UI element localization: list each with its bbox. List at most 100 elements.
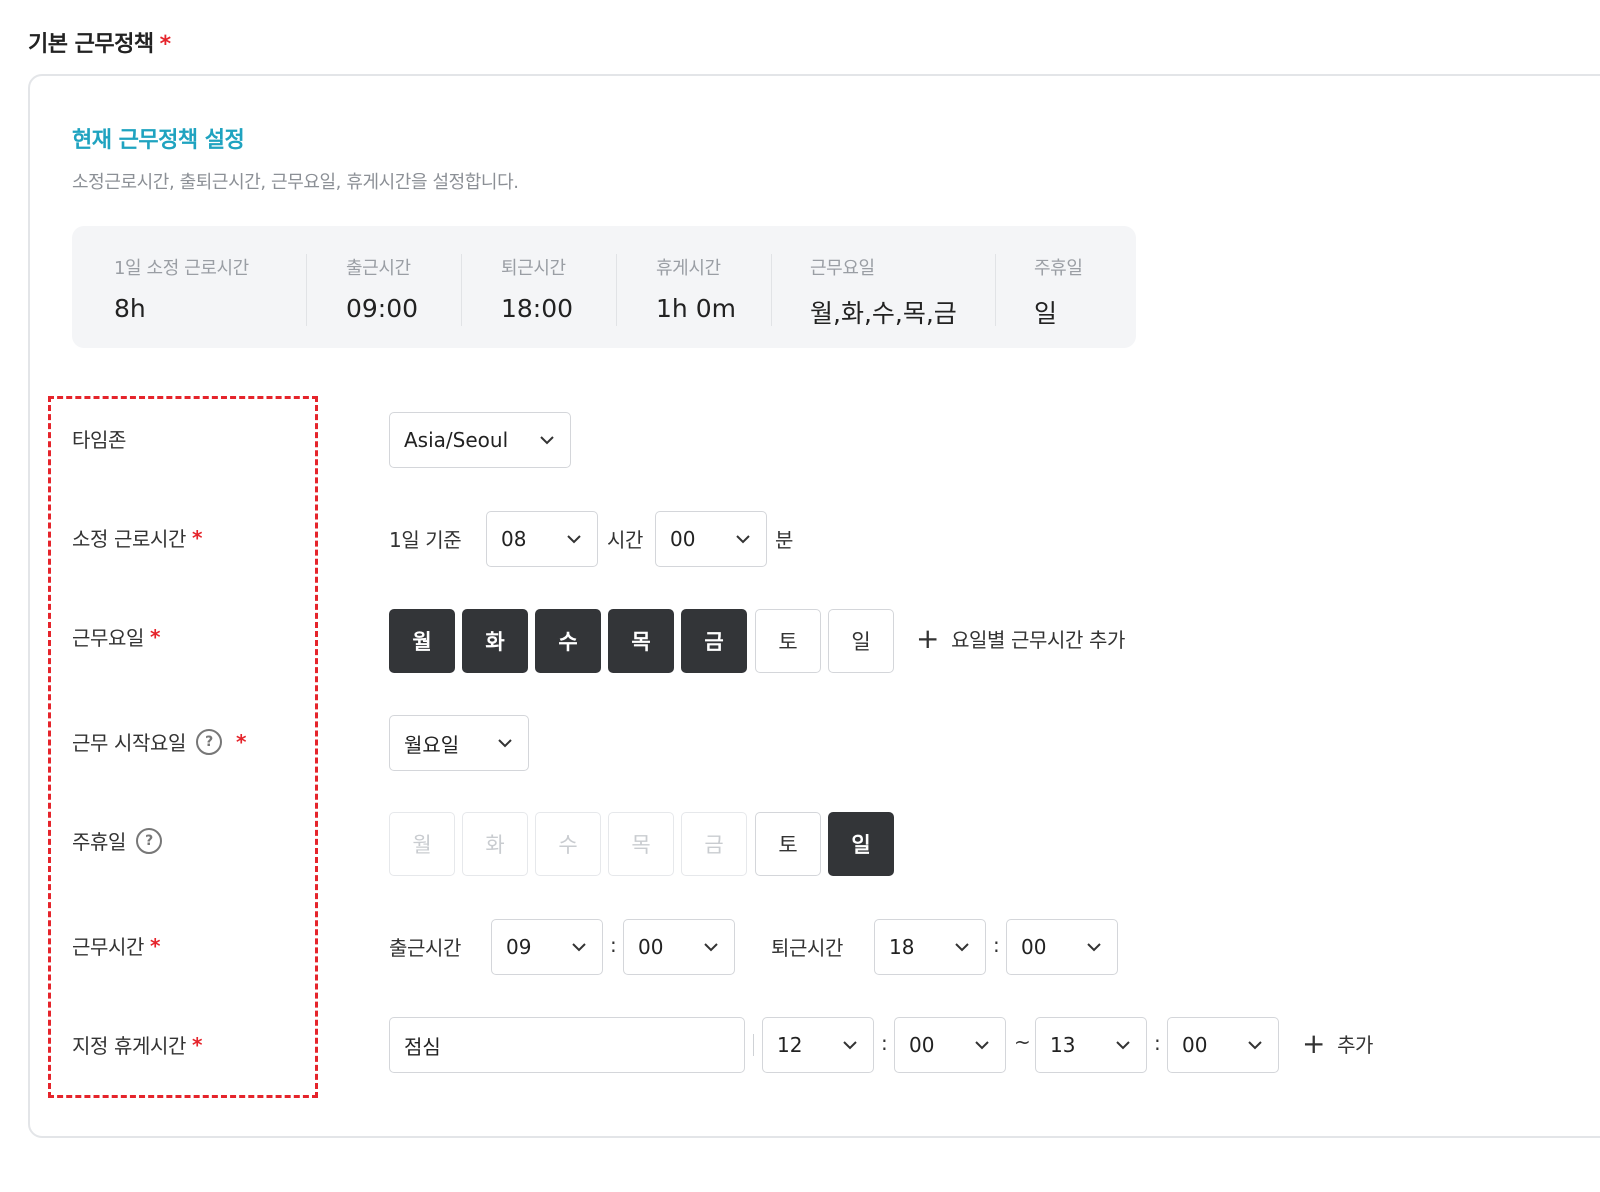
summary-divider	[995, 254, 996, 326]
clock-out-minute-select[interactable]: 00	[1006, 919, 1118, 975]
summary-divider	[306, 254, 307, 326]
work-hours-minute-value: 00	[670, 527, 696, 551]
help-icon[interactable]: ?	[136, 827, 162, 854]
work-day-tue[interactable]: 화	[462, 609, 528, 673]
add-per-day-hours-label: 요일별 근무시간 추가	[951, 628, 1125, 652]
time-colon: :	[881, 1031, 888, 1055]
section-title: 기본 근무정책 *	[28, 26, 171, 58]
per-day-label: 1일 기준	[389, 528, 462, 552]
timezone-value: Asia/Seoul	[404, 428, 509, 452]
weekly-holiday-label: 주휴일?	[72, 826, 162, 855]
chevron-down-icon	[565, 530, 583, 548]
break-from-hour-value: 12	[777, 1033, 803, 1057]
work-hours-hour-select[interactable]: 08	[486, 511, 598, 567]
work-day-wed[interactable]: 수	[535, 609, 601, 673]
time-colon: :	[993, 933, 1000, 957]
summary-divider	[616, 254, 617, 326]
break-from-minute-value: 00	[909, 1033, 935, 1057]
add-per-day-hours-button[interactable]: + 요일별 근무시간 추가	[916, 624, 1125, 653]
summary-value: 월,화,수,목,금	[810, 299, 957, 328]
clock-out-hour-value: 18	[889, 935, 915, 959]
timezone-label-text: 타임존	[72, 428, 126, 452]
start-day-value: 월요일	[404, 732, 460, 757]
holiday-day-fri: 금	[681, 812, 747, 876]
break-to-hour-value: 13	[1050, 1033, 1076, 1057]
holiday-day-thu: 목	[608, 812, 674, 876]
required-mark: *	[150, 624, 161, 649]
break-time-label: 지정 휴게시간 *	[72, 1030, 202, 1059]
work-days-label-text: 근무요일	[72, 626, 144, 650]
chevron-down-icon	[734, 530, 752, 548]
summary-break-time: 휴게시간 1h 0m	[656, 254, 736, 324]
break-from-hour-select[interactable]: 12	[762, 1017, 874, 1073]
summary-value: 8h	[114, 294, 146, 323]
break-from-minute-select[interactable]: 00	[894, 1017, 1006, 1073]
work-days-label: 근무요일 *	[72, 622, 160, 651]
chevron-down-icon	[538, 431, 556, 449]
summary-value: 18:00	[501, 294, 574, 323]
work-time-label: 근무시간 *	[72, 931, 160, 960]
hours-unit-label: 시간	[607, 528, 643, 552]
holiday-day-sun[interactable]: 일	[828, 812, 894, 876]
work-day-mon[interactable]: 월	[389, 609, 455, 673]
clock-in-minute-value: 00	[638, 935, 664, 959]
break-to-minute-value: 00	[1182, 1033, 1208, 1057]
work-hours-hour-value: 08	[501, 527, 527, 551]
chevron-down-icon	[841, 1036, 859, 1054]
holiday-day-tue: 화	[462, 812, 528, 876]
clock-in-label: 출근시간	[389, 936, 461, 960]
summary-label: 퇴근시간	[501, 258, 566, 279]
weekly-holiday-label-text: 주휴일	[72, 830, 126, 854]
timezone-select[interactable]: Asia/Seoul	[389, 412, 571, 468]
summary-divider	[771, 254, 772, 326]
chevron-down-icon	[496, 734, 514, 752]
start-day-label-text: 근무 시작요일	[72, 731, 186, 755]
required-mark: *	[159, 32, 172, 57]
summary-label: 주휴일	[1034, 258, 1083, 279]
clock-out-minute-value: 00	[1021, 935, 1047, 959]
summary-divider	[461, 254, 462, 326]
work-day-sat[interactable]: 토	[755, 609, 821, 673]
work-hours-label: 소정 근로시간 *	[72, 523, 202, 552]
summary-work-days: 근무요일 월,화,수,목,금	[810, 254, 957, 328]
policy-summary: 1일 소정 근로시간 8h 출근시간 09:00 퇴근시간 18:00 휴게시간…	[72, 226, 1136, 348]
required-mark: *	[191, 1032, 203, 1057]
current-policy-description: 소정근로시간, 출퇴근시간, 근무요일, 휴게시간을 설정합니다.	[72, 172, 519, 193]
summary-daily-hours: 1일 소정 근로시간 8h	[114, 254, 249, 324]
summary-label: 1일 소정 근로시간	[114, 258, 249, 279]
time-range-tilde: ~	[1014, 1030, 1031, 1054]
summary-label: 출근시간	[346, 258, 411, 279]
holiday-day-sat[interactable]: 토	[755, 812, 821, 876]
work-hours-label-text: 소정 근로시간	[72, 527, 186, 551]
time-colon: :	[1154, 1031, 1161, 1055]
summary-weekly-holiday: 주휴일 일	[1034, 254, 1083, 328]
summary-end-time: 퇴근시간 18:00	[501, 254, 573, 324]
add-break-button[interactable]: + 추가	[1302, 1029, 1373, 1058]
start-day-label: 근무 시작요일? *	[72, 727, 246, 756]
work-day-fri[interactable]: 금	[681, 609, 747, 673]
minutes-unit-label: 분	[775, 528, 793, 552]
summary-value: 09:00	[346, 294, 419, 323]
holiday-day-wed: 수	[535, 812, 601, 876]
help-icon[interactable]: ?	[195, 728, 222, 755]
break-to-hour-select[interactable]: 13	[1035, 1017, 1147, 1073]
plus-icon: +	[916, 621, 940, 655]
work-day-sun[interactable]: 일	[828, 609, 894, 673]
break-name-input[interactable]: 점심	[389, 1017, 745, 1073]
clock-out-label: 퇴근시간	[771, 936, 843, 960]
required-mark: *	[150, 933, 161, 958]
work-time-label-text: 근무시간	[72, 935, 144, 959]
work-hours-minute-select[interactable]: 00	[655, 511, 767, 567]
plus-icon: +	[1302, 1026, 1326, 1060]
start-day-select[interactable]: 월요일	[389, 715, 529, 771]
chevron-down-icon	[953, 938, 971, 956]
work-day-thu[interactable]: 목	[608, 609, 674, 673]
time-colon: :	[610, 933, 617, 957]
divider	[753, 1034, 754, 1056]
clock-out-hour-select[interactable]: 18	[874, 919, 986, 975]
clock-in-minute-select[interactable]: 00	[623, 919, 735, 975]
chevron-down-icon	[1114, 1036, 1132, 1054]
summary-start-time: 출근시간 09:00	[346, 254, 418, 324]
break-to-minute-select[interactable]: 00	[1167, 1017, 1279, 1073]
clock-in-hour-select[interactable]: 09	[491, 919, 603, 975]
